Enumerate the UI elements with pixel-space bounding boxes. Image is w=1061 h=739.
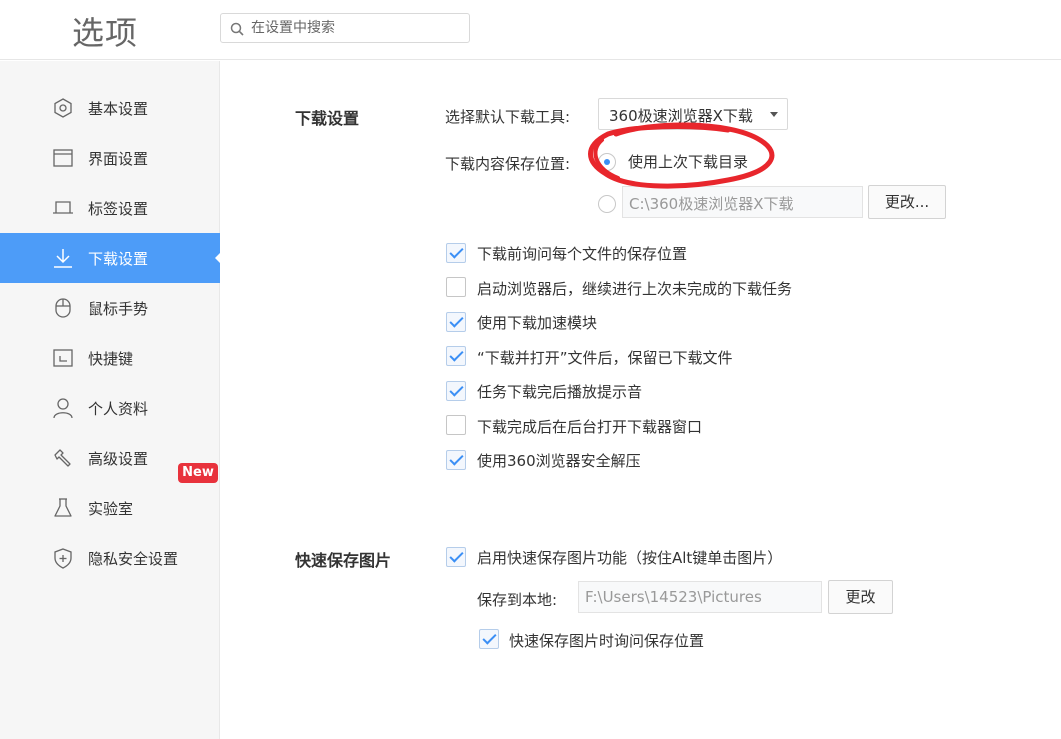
checkbox-label: 启动浏览器后，继续进行上次未完成的下载任务 — [477, 280, 793, 298]
person-icon — [53, 398, 73, 419]
hexagon-icon — [54, 98, 72, 118]
sidebar-item-label: 隐私安全设置 — [88, 550, 179, 568]
change-path-button[interactable]: 更改... — [868, 185, 946, 219]
search-icon — [230, 22, 244, 36]
sidebar-item-label: 下载设置 — [88, 250, 149, 268]
sidebar: 基本设置 界面设置 标签设置 下载设置 鼠标手势 快捷键 个人资料 高级设置 实… — [0, 61, 221, 739]
search-input[interactable] — [251, 18, 461, 38]
checkbox-label: 启用快速保存图片功能（按住Alt键单击图片） — [477, 549, 783, 567]
download-tool-value: 360极速浏览器X下载 — [609, 107, 753, 125]
top-bar: 选项 — [0, 0, 1061, 60]
sidebar-item-label: 快捷键 — [88, 350, 134, 368]
sidebar-item-label: 鼠标手势 — [88, 300, 149, 318]
sidebar-item-lab[interactable]: 实验室 — [0, 483, 220, 533]
sidebar-item-label: 标签设置 — [88, 200, 149, 218]
search-box[interactable] — [220, 13, 470, 43]
sidebar-item-label: 个人资料 — [88, 400, 149, 418]
tab-icon — [53, 201, 73, 214]
shortcut-icon — [53, 349, 73, 367]
sidebar-item-shortcuts[interactable]: 快捷键 — [0, 333, 220, 383]
quick-save-section-title: 快速保存图片 — [295, 551, 392, 570]
radio-last-dir-label: 使用上次下载目录 — [628, 153, 749, 171]
checkbox-safe-unzip[interactable] — [446, 450, 466, 470]
new-badge: New — [178, 463, 218, 483]
sidebar-item-label: 高级设置 — [88, 450, 149, 468]
radio-last-dir[interactable] — [598, 153, 616, 171]
sidebar-item-label: 基本设置 — [88, 100, 149, 118]
download-section-title: 下载设置 — [295, 109, 360, 128]
chevron-down-icon — [770, 112, 778, 117]
download-tool-label: 选择默认下载工具: — [445, 108, 571, 126]
checkbox-label: 使用下载加速模块 — [477, 314, 598, 332]
sidebar-item-basic[interactable]: 基本设置 — [0, 83, 220, 133]
sidebar-item-tabs[interactable]: 标签设置 — [0, 183, 220, 233]
sidebar-item-label: 界面设置 — [88, 150, 149, 168]
sidebar-item-mouse-gesture[interactable]: 鼠标手势 — [0, 283, 220, 333]
checkbox-label: 使用360浏览器安全解压 — [477, 452, 641, 470]
save-location-label: 下载内容保存位置: — [445, 155, 571, 173]
checkbox-label: 任务下载完后播放提示音 — [477, 383, 643, 401]
checkbox-play-sound[interactable] — [446, 381, 466, 401]
window-icon — [53, 149, 73, 167]
download-icon — [54, 249, 72, 268]
checkbox-label: 下载前询问每个文件的保存位置 — [477, 245, 688, 263]
sidebar-item-download[interactable]: 下载设置 — [0, 233, 221, 283]
checkbox-accelerator[interactable] — [446, 312, 466, 332]
download-tool-select[interactable]: 360极速浏览器X下载 — [598, 98, 788, 130]
flask-icon — [54, 498, 72, 517]
checkbox-keep-opened-file[interactable] — [446, 346, 466, 366]
wrench-icon — [54, 449, 71, 467]
sidebar-item-privacy[interactable]: 隐私安全设置 — [0, 533, 220, 583]
checkbox-ask-quick-save-location[interactable] — [479, 629, 499, 649]
checkbox-ask-save-location[interactable] — [446, 243, 466, 263]
sidebar-item-profile[interactable]: 个人资料 — [0, 383, 220, 433]
mouse-icon — [55, 298, 71, 318]
radio-custom-dir[interactable] — [598, 195, 616, 213]
checkbox-label: “下载并打开”文件后，保留已下载文件 — [477, 349, 733, 367]
save-local-label: 保存到本地: — [477, 591, 558, 609]
page-title: 选项 — [72, 14, 139, 52]
shield-icon — [54, 548, 72, 569]
checkbox-enable-quick-save[interactable] — [446, 547, 466, 567]
sidebar-item-interface[interactable]: 界面设置 — [0, 133, 220, 183]
checkbox-label: 下载完成后在后台打开下载器窗口 — [477, 418, 703, 436]
quick-save-path-field[interactable]: F:\Users\14523\Pictures — [578, 581, 822, 613]
checkbox-label: 快速保存图片时询问保存位置 — [509, 632, 705, 650]
sidebar-item-label: 实验室 — [88, 500, 134, 518]
checkbox-open-downloader[interactable] — [446, 415, 466, 435]
quick-save-change-button[interactable]: 更改 — [828, 580, 893, 614]
download-path-field[interactable]: C:\360极速浏览器X下载 — [622, 186, 863, 218]
checkbox-resume-downloads[interactable] — [446, 277, 466, 297]
